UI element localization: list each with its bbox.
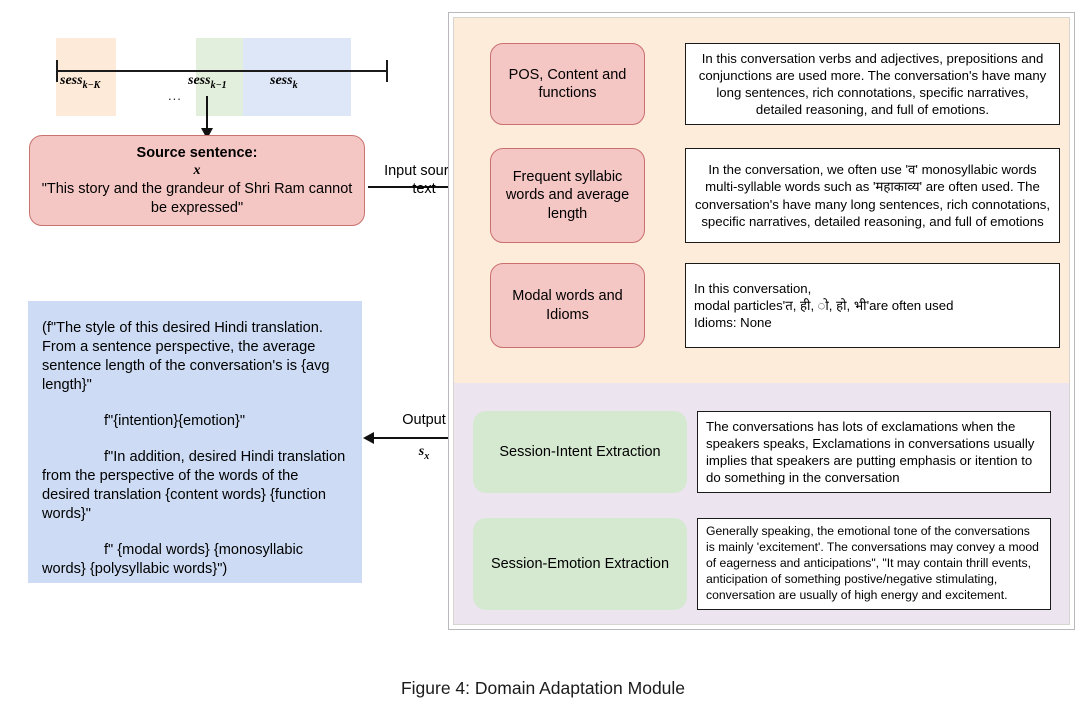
- row-session-emotion: Session-Emotion Extraction Generally spe…: [473, 518, 1063, 610]
- timeline-cap-right: [386, 60, 388, 82]
- session-label-far-text: sess: [60, 73, 83, 88]
- domain-adaptation-panel-inner: POS, Content and functions In this conve…: [453, 17, 1070, 625]
- session-label-previous: sessk−1: [188, 73, 227, 91]
- desc-modal-words-idioms: In this conversation, modal particles'त,…: [685, 263, 1060, 348]
- desc-intent-text: The conversations has lots of exclamatio…: [706, 418, 1035, 486]
- prompt-line-intention-emotion: f"{intention}{emotion}": [104, 412, 246, 429]
- session-label-far-sub: k−K: [82, 79, 101, 91]
- session-label-current-sub: k: [292, 79, 298, 91]
- domain-adaptation-panel: POS, Content and functions In this conve…: [448, 12, 1075, 630]
- desc-syllabic-text: In the conversation, we often use 'व' mo…: [694, 162, 1051, 229]
- session-label-far: sessk−K: [60, 73, 100, 91]
- session-label-previous-text: sess: [188, 73, 211, 88]
- session-label-current: sessk: [270, 73, 298, 91]
- prompt-line-modal: f" {modal words} {monosyllabic words} {p…: [42, 541, 304, 577]
- prompt-template-box: (f"The style of this desired Hindi trans…: [28, 301, 362, 583]
- session-label-previous-sub: k−1: [210, 79, 227, 91]
- figure-caption: Figure 4: Domain Adaptation Module: [400, 678, 686, 698]
- desc-pos-text: In this conversation verbs and adjective…: [698, 50, 1047, 118]
- tag-session-intent[interactable]: Session-Intent Extraction: [473, 411, 687, 493]
- desc-frequent-syllabic: In the conversation, we often use 'व' mo…: [685, 148, 1060, 243]
- session-label-current-text: sess: [270, 73, 293, 88]
- source-sentence-title: Source sentence:: [136, 144, 258, 161]
- desc-session-emotion: Generally speaking, the emotional tone o…: [697, 518, 1051, 610]
- arrow-timeline-to-source: [201, 96, 213, 139]
- tag-modal-words-idioms[interactable]: Modal words and Idioms: [490, 263, 645, 348]
- session-timeline: sessk−K sessk−1 sessk ...: [48, 38, 388, 116]
- desc-emotion-text: Generally speaking, the emotional tone o…: [706, 524, 1039, 602]
- arrow-output-symbol-sub: x: [424, 450, 430, 462]
- row-frequent-syllabic: Frequent syllabic words and average leng…: [490, 148, 1060, 243]
- tag-pos-content-functions[interactable]: POS, Content and functions: [490, 43, 645, 125]
- row-session-intent: Session-Intent Extraction The conversati…: [473, 411, 1063, 493]
- desc-modal-text: In this conversation, modal particles'त,…: [694, 280, 954, 331]
- source-sentence-box: Source sentence: x "This story and the g…: [29, 135, 365, 226]
- row-pos-content-functions: POS, Content and functions In this conve…: [490, 43, 1060, 125]
- timeline-cap-left: [56, 60, 58, 82]
- tag-session-emotion[interactable]: Session-Emotion Extraction: [473, 518, 687, 610]
- timeline-axis: [56, 70, 388, 72]
- figure-canvas: sessk−K sessk−1 sessk ... Source sentenc…: [0, 0, 1086, 724]
- prompt-line-style: (f"The style of this desired Hindi trans…: [42, 320, 330, 393]
- tag-frequent-syllabic[interactable]: Frequent syllabic words and average leng…: [490, 148, 645, 243]
- row-modal-words-idioms: Modal words and Idioms In this conversat…: [490, 263, 1060, 348]
- source-sentence-text: "This story and the grandeur of Shri Ram…: [41, 181, 353, 216]
- desc-session-intent: The conversations has lots of exclamatio…: [697, 411, 1051, 493]
- source-sentence-variable: x: [193, 163, 201, 179]
- prompt-line-words: f"In addition, desired Hindi translation…: [42, 448, 346, 522]
- desc-pos-content-functions: In this conversation verbs and adjective…: [685, 43, 1060, 125]
- timeline-ellipsis: ...: [168, 88, 182, 103]
